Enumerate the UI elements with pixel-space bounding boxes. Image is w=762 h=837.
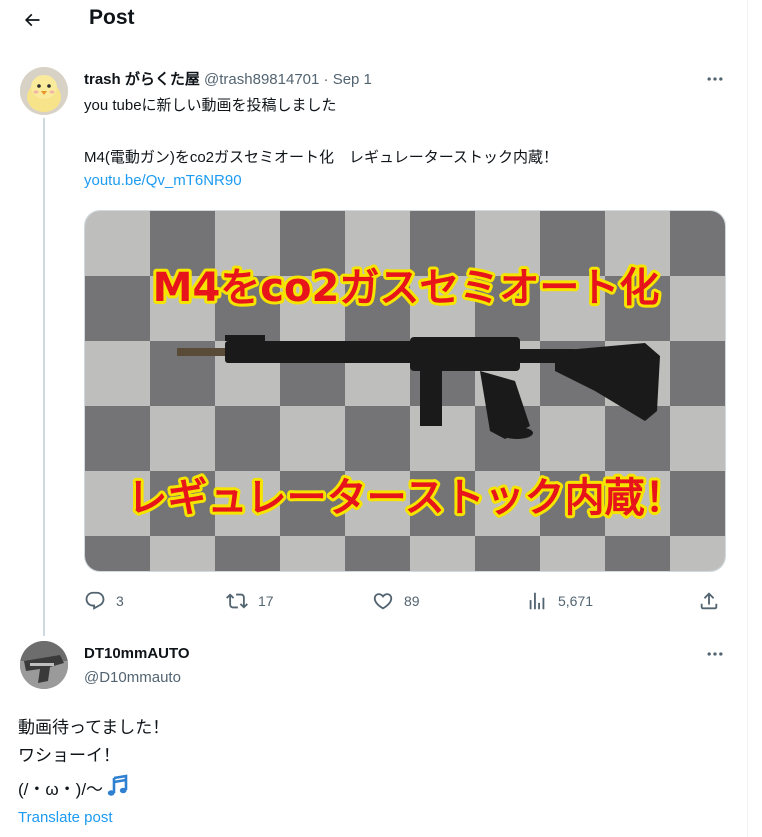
reply-text-line-1: 動画待ってました！ bbox=[18, 718, 170, 737]
heart-icon bbox=[373, 593, 393, 610]
back-button[interactable] bbox=[14, 2, 50, 38]
post-date[interactable]: Sep 1 bbox=[333, 71, 372, 88]
views-button[interactable]: 5,671 bbox=[526, 588, 593, 614]
pistol-avatar-image bbox=[20, 641, 68, 689]
views-chart-icon bbox=[529, 592, 545, 610]
post-action-bar: 3 17 89 5,671 bbox=[84, 588, 726, 614]
more-horizontal-icon bbox=[707, 652, 723, 656]
chick-avatar-image bbox=[20, 67, 68, 115]
share-button[interactable] bbox=[698, 588, 720, 614]
post-media-image[interactable]: M4をco2ガスセミオート化 M4をco2ガスセミオート化 レギュレーターストッ… bbox=[84, 210, 726, 572]
post-author-line: trash がらくた屋 @trash89814701 · Sep 1 bbox=[84, 68, 372, 89]
like-button[interactable]: 89 bbox=[372, 588, 420, 614]
media-thumbnail: M4をco2ガスセミオート化 M4をco2ガスセミオート化 レギュレーターストッ… bbox=[85, 211, 725, 571]
musical-notes-icon bbox=[105, 774, 129, 807]
reply-text-line-3: (/・ω・)/〜 bbox=[18, 780, 104, 799]
reply-display-name[interactable]: DT10mmAUTO bbox=[84, 645, 190, 662]
repost-button[interactable]: 17 bbox=[226, 588, 274, 614]
post-more-button[interactable] bbox=[700, 66, 730, 92]
avatar[interactable] bbox=[20, 67, 68, 115]
repost-icon bbox=[226, 593, 248, 609]
reply-text-line-3-container: (/・ω・)/〜 bbox=[18, 774, 129, 807]
column-border bbox=[747, 0, 748, 837]
thread-line bbox=[43, 118, 45, 636]
reply-more-button[interactable] bbox=[700, 641, 730, 667]
share-icon bbox=[700, 592, 718, 610]
more-horizontal-icon bbox=[707, 77, 723, 81]
reply-avatar[interactable] bbox=[20, 641, 68, 689]
repost-count: 17 bbox=[258, 593, 274, 609]
reply-button[interactable]: 3 bbox=[84, 588, 124, 614]
post-display-name[interactable]: trash がらくた屋 bbox=[84, 71, 200, 88]
media-overlay-bottom: レギュレーターストック内蔵！ bbox=[127, 475, 684, 521]
reply-icon bbox=[85, 591, 105, 610]
media-overlay-top: M4をco2ガスセミオート化 bbox=[153, 265, 660, 311]
post-text-line-1: you tubeに新しい動画を投稿しました bbox=[84, 97, 337, 114]
post-text-line-2: M4(電動ガン)をco2ガスセミオート化 レギュレーターストック内蔵！ bbox=[84, 149, 558, 166]
view-count: 5,671 bbox=[558, 593, 594, 609]
reply-handle[interactable]: @D10mmauto bbox=[84, 669, 181, 686]
page-title: Post bbox=[89, 6, 135, 29]
header: Post bbox=[0, 0, 747, 40]
like-count: 89 bbox=[404, 593, 420, 609]
post-separator: · bbox=[319, 71, 333, 88]
arrow-left-icon bbox=[24, 13, 40, 27]
reply-text-line-2: ワショーイ！ bbox=[18, 746, 120, 765]
post-link[interactable]: youtu.be/Qv_mT6NR90 bbox=[84, 172, 242, 189]
translate-post-link[interactable]: Translate post bbox=[18, 809, 113, 826]
reply-count: 3 bbox=[116, 593, 124, 609]
post-handle[interactable]: @trash89814701 bbox=[204, 71, 319, 88]
